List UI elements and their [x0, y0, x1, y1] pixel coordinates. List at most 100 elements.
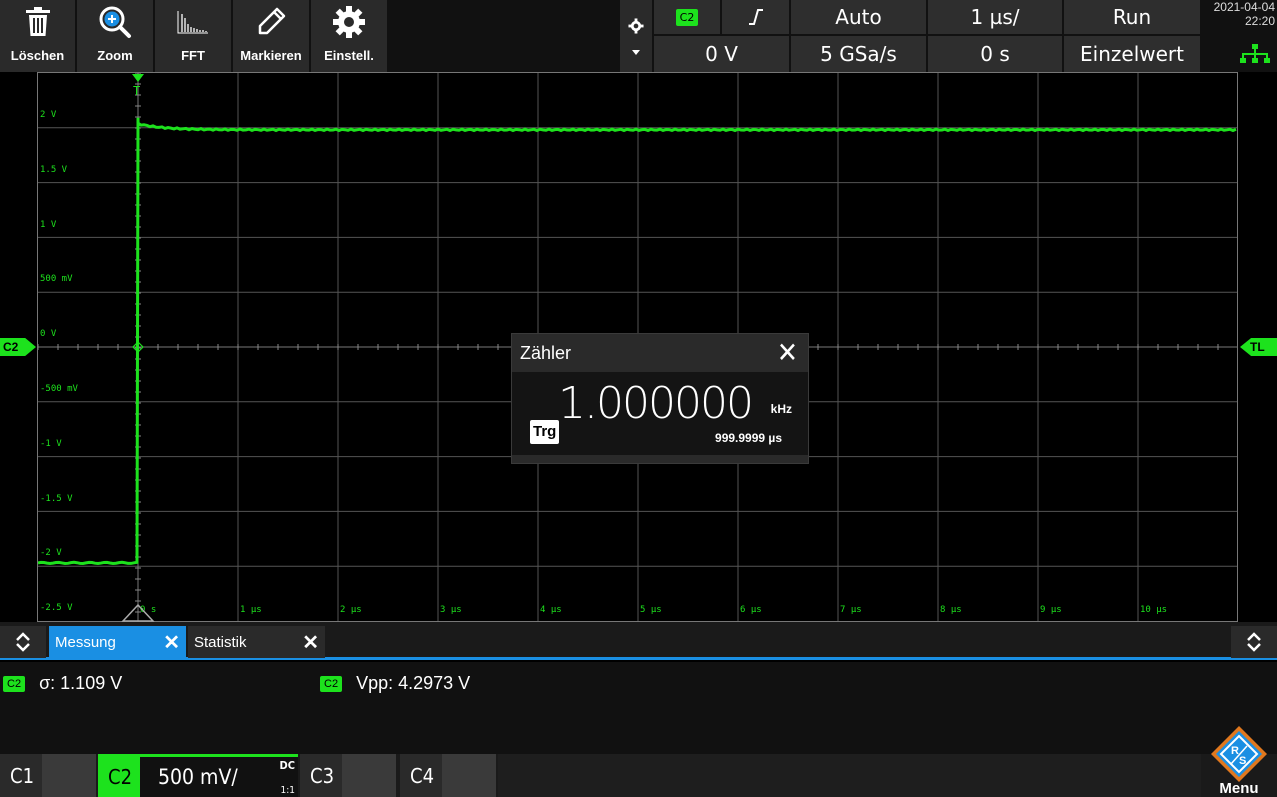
y-axis-label: 0 V [40, 329, 57, 340]
x-axis-label: 2 µs [340, 605, 362, 615]
fft-label: FFT [181, 48, 205, 63]
close-icon[interactable]: ✕ [777, 339, 798, 367]
channel-c2-probe: 1:1 [280, 785, 295, 796]
trigger-position-text: T [133, 84, 140, 96]
x-axis-label: 4 µs [540, 605, 562, 615]
settings-label: Einstell. [324, 48, 374, 63]
y-axis-label: 500 mV [40, 274, 73, 285]
up-down-arrow-icon [16, 632, 30, 652]
close-icon[interactable]: ✕ [163, 630, 180, 655]
channel-c2-scale: 500 mV/ [158, 765, 238, 789]
zoom-icon [99, 6, 131, 38]
counter-title: Zähler [520, 342, 572, 363]
trigger-slope[interactable] [722, 0, 789, 34]
run-stop-button[interactable]: Run [1064, 0, 1200, 34]
x-axis-label: 1 µs [240, 605, 262, 615]
horizontal-position[interactable]: 0 s [928, 36, 1062, 72]
channel-bar-empty [498, 754, 1201, 797]
tab-measurement-label: Messung [55, 633, 116, 651]
measurement-channel-badge: C2 [320, 675, 343, 692]
y-axis-label: -2.5 V [40, 603, 73, 614]
channel-c3-label: C3 [310, 763, 335, 788]
tab-statistics[interactable]: Statistik ✕ [188, 626, 325, 658]
tab-measurement[interactable]: Messung ✕ [49, 626, 186, 658]
logo-letter-r: R [1231, 745, 1239, 757]
trigger-mode[interactable]: Auto [791, 0, 926, 34]
measurement-value: Vpp: 4.2973 V [356, 673, 471, 693]
x-axis-label: 5 µs [640, 605, 662, 615]
channel-c4-slot [442, 754, 496, 797]
pencil-icon [258, 7, 286, 35]
annotate-label: Markieren [240, 48, 302, 63]
counter-footer [512, 455, 808, 463]
rs-logo-icon: R S [1211, 726, 1267, 782]
collapse-up-down-button[interactable] [0, 626, 46, 658]
sample-rate[interactable]: 5 GSa/s [791, 36, 926, 72]
channel-c4-label: C4 [410, 763, 435, 788]
channel-c2-coupling: DC [279, 759, 295, 772]
result-tab-bar: Messung ✕ Statistik ✕ [0, 622, 1277, 660]
measurement-value: σ: 1.109 V [39, 673, 123, 693]
close-icon[interactable]: ✕ [302, 630, 319, 655]
x-axis-label: 10 µs [1140, 605, 1168, 615]
rising-edge-icon [748, 9, 763, 25]
channel-c2-button[interactable]: C2 500 mV/ DC 1:1 [98, 754, 298, 797]
y-axis-label: -2 V [40, 548, 62, 559]
x-axis-label: 9 µs [1040, 605, 1062, 615]
small-gear-icon [628, 17, 644, 34]
trigger-position-marker[interactable]: T [131, 74, 145, 96]
x-axis-label: 3 µs [440, 605, 462, 615]
time: 22:20 [1244, 14, 1275, 28]
counter-frequency: 1.000000 [558, 378, 754, 429]
menu-button[interactable]: R S Menu [1201, 726, 1277, 797]
settings-button[interactable]: Einstell. [311, 0, 387, 72]
zoom-button[interactable]: Zoom [77, 0, 153, 72]
toolbar: Löschen Zoom FFT Markieren Einstell. C2 … [0, 0, 1277, 72]
channel-c3-slot [342, 754, 396, 797]
delete-button[interactable]: Löschen [0, 0, 75, 72]
trigger-source-badge: C2 [675, 8, 699, 26]
channel-c1-button[interactable]: C1 [0, 754, 96, 797]
x-axis-label: 6 µs [740, 605, 762, 615]
trigger-settings-button[interactable] [620, 0, 652, 72]
counter-dialog: Zähler ✕ 1.000000 kHz 999.9999 µs Trg [511, 333, 809, 464]
measurement-panel: C2 σ: 1.109 V C2 Vpp: 4.2973 V [0, 662, 1277, 754]
channel-bar: C1 C2 500 mV/ DC 1:1 C3 C4 [0, 754, 1277, 797]
single-button[interactable]: Einzelwert [1064, 36, 1200, 72]
network-icon [1240, 44, 1270, 63]
zoom-label: Zoom [97, 48, 133, 63]
fft-button[interactable]: FFT [155, 0, 231, 72]
annotate-button[interactable]: Markieren [233, 0, 309, 72]
trigger-level[interactable]: 0 V [654, 36, 789, 72]
counter-frequency-unit: kHz [770, 402, 792, 416]
datetime: 2021-04-04 22:20 [1203, 0, 1277, 28]
measurement-item[interactable]: C2 Vpp: 4.2973 V [320, 673, 470, 694]
timebase-scale[interactable]: 1 µs/ [928, 0, 1062, 34]
y-axis-label: -1.5 V [40, 493, 73, 504]
measurement-channel-badge: C2 [3, 675, 26, 692]
fft-icon [177, 11, 208, 34]
channel-c1-slot [42, 754, 96, 797]
tab-statistics-label: Statistik [194, 633, 247, 651]
x-axis-label: 8 µs [940, 605, 962, 615]
y-axis-label: 1.5 V [40, 164, 68, 175]
y-axis-label: 2 V [40, 110, 57, 120]
channel-c4-button[interactable]: C4 [400, 754, 496, 797]
channel-c2-label: C2 [98, 755, 140, 797]
logo-letter-s: S [1239, 755, 1246, 767]
up-down-arrow-icon [1247, 632, 1261, 652]
dropdown-arrow-icon [632, 49, 640, 55]
channel-c3-button[interactable]: C3 [300, 754, 396, 797]
trigger-level-marker[interactable]: TL [1240, 338, 1277, 356]
channel-offset-marker[interactable]: C2 [0, 338, 36, 356]
counter-source-badge[interactable]: Trg [530, 420, 560, 444]
collapse-up-down-button-right[interactable] [1231, 626, 1277, 658]
date: 2021-04-04 [1213, 0, 1275, 14]
counter-header: Zähler ✕ [512, 334, 808, 372]
y-axis-label: -500 mV [40, 384, 78, 394]
gear-icon [333, 6, 365, 38]
measurement-item[interactable]: C2 σ: 1.109 V [3, 673, 122, 694]
y-axis-label: 1 V [40, 219, 57, 230]
trigger-source[interactable]: C2 [654, 0, 720, 34]
time-reference-marker[interactable] [121, 604, 155, 622]
